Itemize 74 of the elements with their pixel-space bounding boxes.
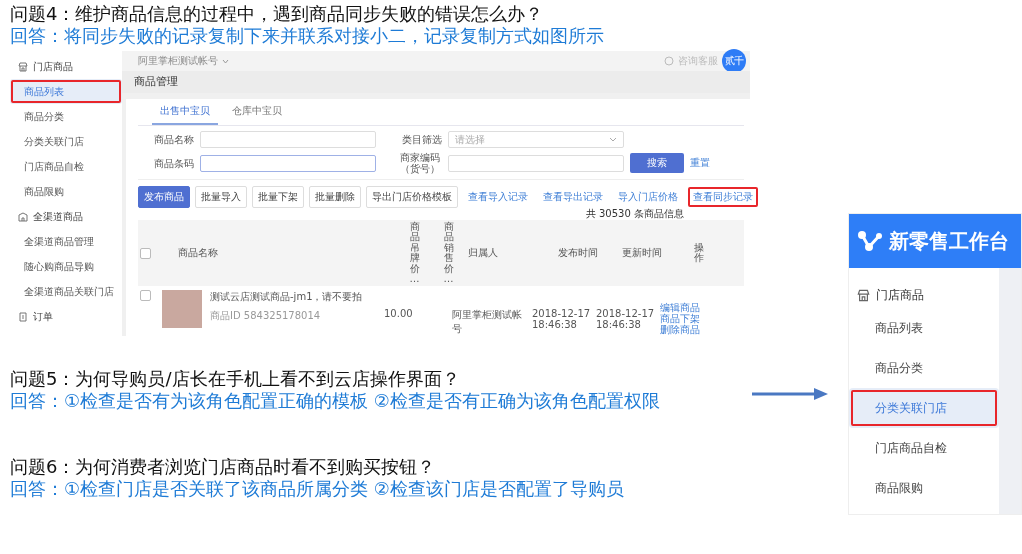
sidebar-item[interactable]: 商品列表 [849,308,999,348]
store-icon [857,288,870,302]
sidebar-item[interactable]: 商品限购 [849,468,999,508]
item-count: 共 30530 条商品信息 [584,208,685,220]
record-link[interactable]: 查看同步记录 [688,187,758,207]
column-header: 发布时间 [558,247,598,258]
table-cell: 2018-12-17 18:46:38 [596,308,655,330]
avatar[interactable]: 贰千 [722,49,746,73]
store-icon [18,61,28,72]
field-label: 商家编码（货号） [399,152,441,174]
table-cell: 阿里掌柜测试帐号 [452,309,522,334]
building-icon [18,211,28,222]
sidebar-group[interactable]: 门店商品 [876,286,924,304]
sidebar-item[interactable]: 随心购商品导购 [10,254,122,279]
action-button[interactable]: 批量导入 [195,186,247,208]
column-header: 归属人 [468,247,498,258]
checkbox[interactable] [140,247,151,259]
sidebar-item[interactable]: 全渠道商品管理 [10,229,122,254]
chevron-down-icon [609,137,617,142]
action-button[interactable]: 发布商品 [138,186,190,208]
column-header: 更新时间 [622,247,662,258]
sidebar-item[interactable]: 分类关联门店 [849,388,999,428]
faq-question: 问题6：为何消费者浏览门店商品时看不到购买按钮？ [10,456,437,478]
faq-answer: 回答：①检查门店是否关联了该商品所属分类 ②检查该门店是否配置了导购员 [10,478,625,500]
faq-question: 问题4：维护商品信息的过程中，遇到商品同步失败的错误怎么办？ [10,3,545,25]
record-link[interactable]: 查看导入记录 [463,187,533,207]
column-header: 操作 [693,242,705,264]
action-button[interactable]: 批量删除 [309,186,361,208]
sidebar-item[interactable]: 分类关联门店 [10,129,122,154]
field-label: 类目筛选 [401,134,442,145]
logo-icon [857,230,883,252]
document-icon [18,311,28,322]
action-button[interactable]: 导出门店价格模板 [366,186,458,208]
field-label: 商品条码 [153,157,194,169]
product-name: 测试云店测试商品-jm1，请不要拍 [210,290,363,304]
reset-link[interactable]: 重置 [690,156,710,170]
row-action-link[interactable]: 编辑商品 [660,302,708,313]
sidebar-item[interactable]: 门店商品自检 [849,428,999,468]
input-field[interactable] [448,154,624,172]
checkbox[interactable] [140,290,151,301]
table-cell: 2018-12-17 18:46:38 [532,308,591,330]
column-header: 商品销售价… [443,221,455,285]
sidebar-item[interactable]: 商品列表 [10,79,122,104]
record-link[interactable]: 查看导出记录 [538,187,608,207]
input-field[interactable] [200,154,376,172]
sidebar-item[interactable]: 门店商品自检 [10,154,122,179]
search-button[interactable]: 搜索 [630,153,684,173]
sidebar-group[interactable]: 全渠道商品 [33,209,83,224]
field-label: 商品名称 [153,134,194,145]
row-action-link[interactable]: 删除商品 [660,324,708,335]
faq-answer: 回答：将同步失败的记录复制下来并联系对接小二，记录复制方式如图所示 [10,25,605,47]
column-header: 商品名称 [178,246,218,260]
app-title: 新零售工作台 [889,227,1009,255]
input-field[interactable] [200,131,376,148]
sidebar-group[interactable]: 订单 [33,309,53,324]
tab[interactable]: 仓库中宝贝 [224,99,290,125]
chevron-down-icon [222,58,229,64]
faq-answer: 回答：①检查是否有为该角色配置正确的模板 ②检查是否有正确为该角色配置权限 [10,390,660,412]
account-dropdown[interactable]: 阿里掌柜测试帐号 [138,54,218,68]
product-id: 商品ID 584325178014 [210,309,322,323]
row-action-link[interactable]: 商品下架 [660,313,708,324]
sidebar-item[interactable]: 商品分类 [849,348,999,388]
tab[interactable]: 出售中宝贝 [152,99,218,125]
sidebar-item[interactable]: 商品限购 [10,179,122,204]
sidebar-item[interactable]: 全渠道商品关联门店 [10,279,122,304]
page-title: 商品管理 [122,71,750,93]
table-cell: 10.00 [384,308,413,319]
column-header: 商品吊牌价… [409,221,421,285]
photo-placeholder [162,290,202,328]
sidebar-item[interactable]: 商品分类 [10,104,122,129]
sidebar-group[interactable]: 门店商品 [33,59,73,74]
faq-question: 问题5：为何导购员/店长在手机上看不到云店操作界面？ [10,368,461,390]
record-link[interactable]: 导入门店价格 [613,187,683,207]
action-button[interactable]: 批量下架 [252,186,304,208]
